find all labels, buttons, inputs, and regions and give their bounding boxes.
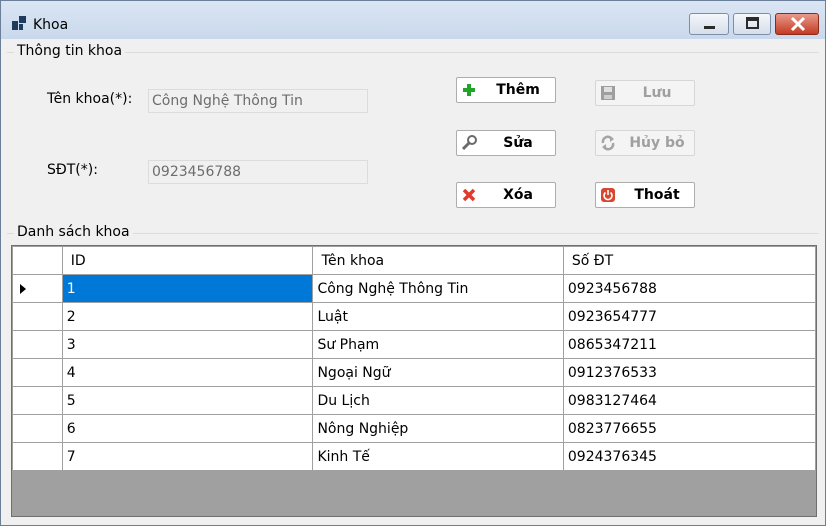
- table-row[interactable]: 2 Luật 0923654777: [12, 302, 816, 331]
- close-button[interactable]: [775, 13, 819, 35]
- wrench-icon: [461, 135, 477, 151]
- add-button-label: Thêm: [496, 82, 540, 98]
- window-title: Khoa: [33, 17, 69, 33]
- department-table: ID Tên khoa Số ĐT 1 Công Nghệ Thông Tin …: [12, 246, 816, 471]
- table-row[interactable]: 3 Sư Phạm 0865347211: [12, 330, 816, 359]
- cell-phone[interactable]: 0865347211: [562, 330, 816, 359]
- row-header[interactable]: [12, 442, 63, 471]
- red-x-icon: [461, 187, 477, 203]
- table-row[interactable]: 1 Công Nghệ Thông Tin 0923456788: [12, 274, 816, 303]
- table-header-row: ID Tên khoa Số ĐT: [12, 246, 816, 275]
- minimize-icon: [704, 26, 715, 29]
- cell-phone[interactable]: 0983127464: [562, 386, 816, 415]
- cell-name[interactable]: Nông Nghiệp: [312, 414, 564, 443]
- plus-icon: [461, 82, 477, 98]
- refresh-icon: [600, 135, 616, 151]
- row-header[interactable]: [12, 386, 63, 415]
- column-header-phone[interactable]: Số ĐT: [562, 246, 816, 275]
- cell-id[interactable]: 6: [61, 414, 314, 443]
- title-bar[interactable]: Khoa: [1, 1, 825, 39]
- cell-id[interactable]: 7: [61, 442, 314, 471]
- cell-phone[interactable]: 0923654777: [562, 302, 816, 331]
- column-header-id[interactable]: ID: [61, 246, 314, 275]
- name-label: Tên khoa(*):: [47, 91, 133, 107]
- row-header[interactable]: [12, 414, 63, 443]
- row-header[interactable]: [12, 358, 63, 387]
- delete-button[interactable]: Xóa: [456, 182, 556, 208]
- cell-id[interactable]: 4: [61, 358, 314, 387]
- row-header[interactable]: [12, 302, 63, 331]
- phone-field[interactable]: 0923456788: [148, 160, 368, 184]
- row-header[interactable]: [12, 330, 63, 359]
- row-header-corner: [12, 246, 63, 275]
- cell-name[interactable]: Sư Phạm: [312, 330, 564, 359]
- row-header[interactable]: [12, 274, 63, 303]
- column-header-name[interactable]: Tên khoa: [312, 246, 564, 275]
- edit-button-label: Sửa: [503, 135, 533, 151]
- cell-id[interactable]: 1: [61, 274, 314, 303]
- form-client-area: Thông tin khoa Tên khoa(*): Công Nghệ Th…: [7, 39, 819, 519]
- add-button[interactable]: Thêm: [456, 77, 556, 103]
- info-group-title: Thông tin khoa: [14, 43, 126, 59]
- edit-button[interactable]: Sửa: [456, 130, 556, 156]
- department-grid[interactable]: ID Tên khoa Số ĐT 1 Công Nghệ Thông Tin …: [11, 245, 817, 517]
- cancel-button[interactable]: Hủy bỏ: [595, 130, 695, 156]
- cell-name[interactable]: Công Nghệ Thông Tin: [312, 274, 564, 303]
- current-row-arrow-icon: [20, 283, 26, 294]
- cancel-button-label: Hủy bỏ: [629, 135, 685, 151]
- cell-id[interactable]: 5: [61, 386, 314, 415]
- exit-button-label: Thoát: [634, 187, 680, 203]
- cell-id[interactable]: 3: [61, 330, 314, 359]
- close-icon: [790, 16, 806, 32]
- floppy-disk-icon: [600, 85, 616, 101]
- save-button-label: Lưu: [642, 85, 672, 101]
- name-field[interactable]: Công Nghệ Thông Tin: [148, 89, 368, 113]
- cell-name[interactable]: Kinh Tế: [312, 442, 564, 471]
- exit-button[interactable]: Thoát: [595, 182, 695, 208]
- cell-id[interactable]: 2: [61, 302, 314, 331]
- table-row[interactable]: 5 Du Lịch 0983127464: [12, 386, 816, 415]
- delete-button-label: Xóa: [503, 187, 533, 203]
- app-window: Khoa Thông tin khoa Tên khoa(*): Công Ng…: [0, 0, 826, 526]
- cell-phone[interactable]: 0912376533: [562, 358, 816, 387]
- maximize-icon: [746, 17, 759, 29]
- maximize-button[interactable]: [733, 13, 771, 35]
- app-window-icon: [11, 15, 27, 31]
- cell-phone[interactable]: 0923456788: [562, 274, 816, 303]
- phone-label: SĐT(*):: [47, 162, 98, 178]
- table-row[interactable]: 7 Kinh Tế 0924376345: [12, 442, 816, 471]
- list-group-title: Danh sách khoa: [14, 224, 133, 240]
- save-button[interactable]: Lưu: [595, 80, 695, 106]
- cell-phone[interactable]: 0823776655: [562, 414, 816, 443]
- minimize-button[interactable]: [689, 13, 729, 35]
- cell-name[interactable]: Luật: [312, 302, 564, 331]
- cell-name[interactable]: Ngoại Ngữ: [312, 358, 564, 387]
- table-row[interactable]: 4 Ngoại Ngữ 0912376533: [12, 358, 816, 387]
- info-groupbox: [7, 52, 819, 221]
- cell-name[interactable]: Du Lịch: [312, 386, 564, 415]
- cell-phone[interactable]: 0924376345: [562, 442, 816, 471]
- table-row[interactable]: 6 Nông Nghiệp 0823776655: [12, 414, 816, 443]
- power-icon: [600, 187, 616, 203]
